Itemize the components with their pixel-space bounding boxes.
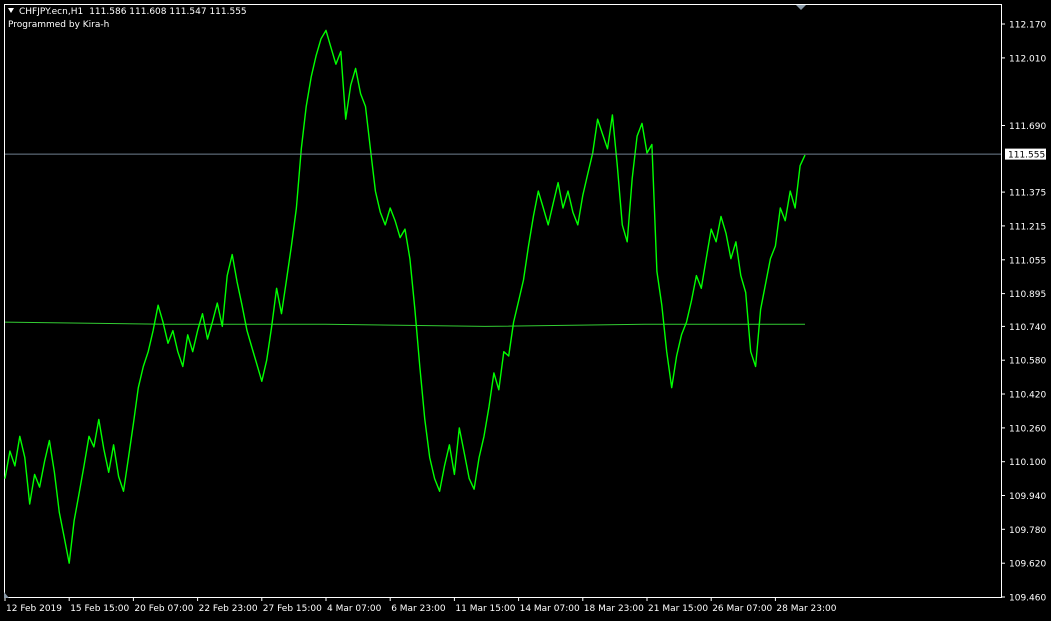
y-tick-label: 111.375 bbox=[1009, 189, 1046, 199]
chart-title: CHFJPY.ecn,H1 111.586 111.608 111.547 111… bbox=[8, 7, 247, 18]
y-tick-label: 110.420 bbox=[1009, 391, 1046, 401]
y-tick-label: 111.055 bbox=[1009, 256, 1046, 266]
symbol-label: CHFJPY.ecn,H1 bbox=[19, 7, 84, 17]
price-series-line bbox=[4, 29, 806, 564]
y-tick-label: 111.215 bbox=[1009, 222, 1046, 232]
x-tick-label: 21 Mar 15:00 bbox=[648, 604, 708, 614]
x-tick-label: 26 Mar 07:00 bbox=[712, 604, 772, 614]
plot-area-border bbox=[4, 4, 1002, 598]
indicator-credit: Programmed by Kira-h bbox=[8, 20, 110, 30]
x-tick-label: 22 Feb 23:00 bbox=[199, 604, 258, 614]
y-tick-label: 109.780 bbox=[1009, 526, 1046, 536]
y-tick-label: 109.620 bbox=[1009, 560, 1046, 570]
collapse-triangle-icon[interactable] bbox=[8, 8, 14, 13]
y-tick-label: 112.010 bbox=[1009, 54, 1046, 64]
y-tick-label: 110.740 bbox=[1009, 323, 1046, 333]
x-tick-label: 15 Feb 15:00 bbox=[70, 604, 129, 614]
y-tick-label: 110.260 bbox=[1009, 424, 1046, 434]
x-tick-label: 4 Mar 07:00 bbox=[327, 604, 382, 614]
y-tick-label: 111.690 bbox=[1009, 122, 1046, 132]
x-tick-label: 20 Feb 07:00 bbox=[134, 604, 193, 614]
x-tick-label: 14 Mar 07:00 bbox=[520, 604, 580, 614]
x-tick-label: 11 Mar 15:00 bbox=[455, 604, 515, 614]
price-chart[interactable]: 112.170 112.010 111.690 111.375 111.215 111.0… bbox=[0, 0, 1051, 621]
x-tick-label: 12 Feb 2019 bbox=[6, 604, 62, 614]
y-tick-label: 110.100 bbox=[1009, 458, 1046, 468]
y-tick-label: 109.460 bbox=[1009, 594, 1046, 604]
x-tick-label: 18 Mar 23:00 bbox=[584, 604, 644, 614]
x-tick-label: 6 Mar 23:00 bbox=[391, 604, 446, 614]
x-tick-label: 28 Mar 23:00 bbox=[776, 604, 836, 614]
y-tick-label: 110.580 bbox=[1009, 357, 1046, 367]
y-tick-label: 110.895 bbox=[1009, 290, 1046, 300]
y-tick-label: 109.940 bbox=[1009, 492, 1046, 502]
x-tick-label: 27 Feb 15:00 bbox=[263, 604, 322, 614]
chart-shift-marker[interactable] bbox=[796, 5, 806, 10]
ohlc-readout: 111.586 111.608 111.547 111.555 bbox=[89, 7, 247, 17]
current-bid-marker: 111.555 bbox=[1005, 148, 1046, 161]
current-bid-label: 111.555 bbox=[1008, 151, 1045, 161]
y-tick-label: 112.170 bbox=[1009, 21, 1046, 31]
